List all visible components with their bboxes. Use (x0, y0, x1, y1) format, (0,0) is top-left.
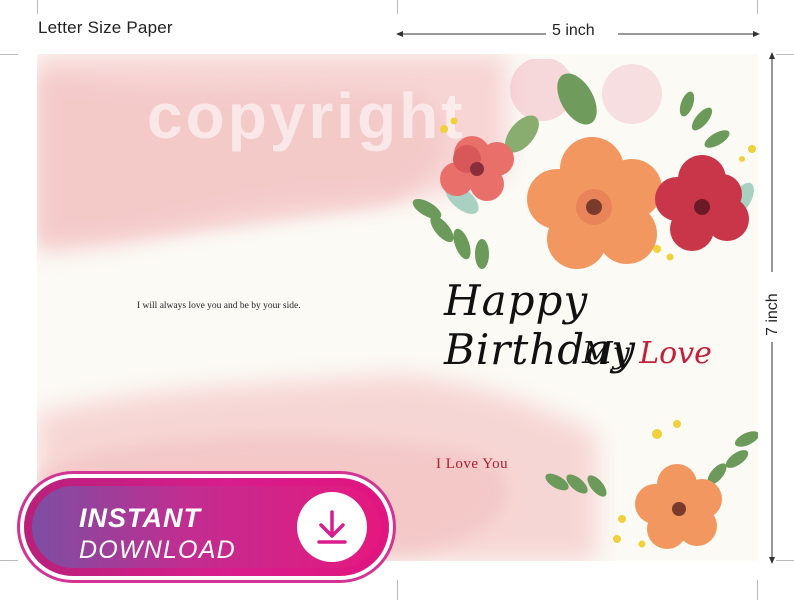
height-dimension-label: 7 inch (764, 293, 781, 336)
paper-size-label: Letter Size Paper (38, 18, 173, 37)
download-arrow-icon (317, 510, 347, 544)
download-label: DOWNLOAD (79, 536, 236, 564)
height-dimension-label-wrap: 7 inch (764, 293, 781, 396)
instant-label: INSTANT (79, 503, 201, 533)
floral-spray-bottom (545, 420, 758, 549)
instant-download-button[interactable]: INSTANT DOWNLOAD (24, 478, 389, 576)
floral-bouquet-top (412, 59, 756, 269)
download-icon[interactable] (297, 492, 367, 562)
width-dimension-label: 5 inch (552, 22, 595, 39)
front-subtitle: My Love (582, 336, 712, 371)
crop-mark (397, 580, 398, 600)
crop-mark (757, 580, 758, 600)
instant-download-inner: INSTANT DOWNLOAD (32, 486, 381, 568)
inside-message: I will always love you and be by your si… (137, 301, 301, 311)
crop-mark (0, 560, 18, 561)
crop-mark (0, 54, 18, 55)
crop-mark (757, 0, 758, 14)
crop-mark (397, 0, 398, 14)
back-text: I Love You (436, 456, 509, 472)
front-subtitle-prefix: My (582, 336, 630, 371)
crop-mark (37, 0, 38, 14)
front-subtitle-highlight: Love (639, 336, 712, 371)
